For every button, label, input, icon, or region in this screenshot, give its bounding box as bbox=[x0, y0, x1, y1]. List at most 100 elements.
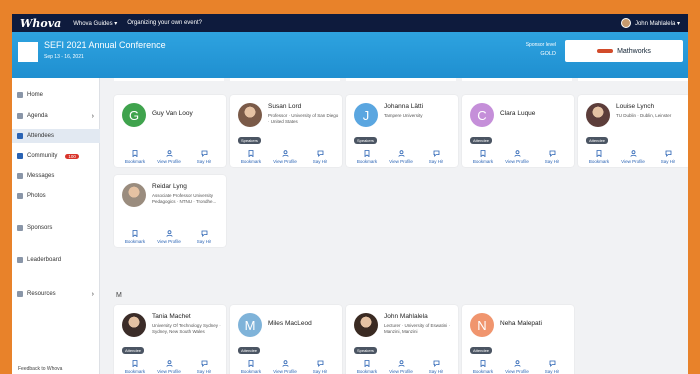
avatar[interactable]: N bbox=[470, 313, 494, 337]
view-profile-button[interactable]: View Profile bbox=[502, 150, 532, 164]
say-hi-button[interactable]: Say Hi! bbox=[421, 360, 451, 374]
sidebar-item-photos[interactable]: Photos bbox=[12, 189, 100, 203]
view-profile-button[interactable]: View Profile bbox=[154, 230, 184, 244]
say-hi-button[interactable]: Say Hi! bbox=[189, 360, 219, 374]
attendee-card[interactable]: Reidar Lyng Associate Professor Universit… bbox=[114, 175, 226, 247]
attendee-name[interactable]: Susan Lord bbox=[268, 103, 301, 110]
say-hi-button[interactable]: Say Hi! bbox=[305, 360, 335, 374]
view-profile-button[interactable]: View Profile bbox=[618, 150, 648, 164]
avatar[interactable]: J bbox=[354, 103, 378, 127]
avatar[interactable]: M bbox=[238, 313, 262, 337]
bookmark-button[interactable]: Bookmark bbox=[120, 230, 150, 244]
sidebar-item-community[interactable]: Community 100 bbox=[12, 149, 100, 163]
bookmark-button[interactable]: Bookmark bbox=[584, 150, 614, 164]
avatar[interactable] bbox=[122, 183, 146, 207]
bookmark-button[interactable]: Bookmark bbox=[120, 150, 150, 164]
avatar[interactable] bbox=[354, 313, 378, 337]
sidebar-item-attendees[interactable]: Attendees bbox=[12, 129, 100, 143]
attendee-card[interactable]: Louise Lynch TU Dublin · Dublin, Leinster… bbox=[578, 95, 688, 167]
chat-icon bbox=[317, 360, 323, 367]
attendee-card[interactable]: Tania Machet University Of Technology Syd… bbox=[114, 305, 226, 374]
bookmark-button[interactable]: Bookmark bbox=[236, 150, 266, 164]
attendee-card[interactable]: John Mahlalela Lecturer · University of E… bbox=[346, 305, 458, 374]
organize-event-link[interactable]: Organizing your own event? bbox=[127, 20, 202, 26]
sidebar-item-resources[interactable]: Resources › bbox=[12, 287, 100, 301]
bookmark-button[interactable]: Bookmark bbox=[120, 360, 150, 374]
attendee-card[interactable]: C Clara Luque Attendee Bookmark View Profile… bbox=[462, 95, 574, 167]
sidebar-item-agenda[interactable]: Agenda › bbox=[12, 109, 100, 123]
attendee-name[interactable]: Tania Machet bbox=[152, 313, 191, 320]
bookmark-button[interactable]: Bookmark bbox=[352, 360, 382, 374]
attendee-affiliation: Tampere University bbox=[384, 113, 423, 118]
attendee-card[interactable]: N Neha Malepati Attendee Bookmark View Profi… bbox=[462, 305, 574, 374]
attendee-card[interactable]: Susan Lord Professor · University of San … bbox=[230, 95, 342, 167]
view-profile-button[interactable]: View Profile bbox=[270, 150, 300, 164]
avatar[interactable] bbox=[122, 313, 146, 337]
person-icon bbox=[165, 230, 173, 237]
bookmark-button[interactable]: Bookmark bbox=[236, 360, 266, 374]
attendee-name[interactable]: Miles MacLeod bbox=[268, 320, 312, 327]
say-hi-button[interactable]: Say Hi! bbox=[537, 150, 567, 164]
whova-guides-menu[interactable]: Whova Guides ▾ bbox=[73, 20, 117, 27]
bookmark-label: Bookmark bbox=[124, 369, 146, 374]
view-profile-button[interactable]: View Profile bbox=[502, 360, 532, 374]
sidebar-item-leaderboard[interactable]: Leaderboard bbox=[12, 253, 100, 267]
attendee-name[interactable]: Clara Luque bbox=[500, 110, 535, 117]
bookmark-button[interactable]: Bookmark bbox=[468, 150, 498, 164]
feedback-link[interactable]: Feedback to Whova bbox=[18, 366, 62, 372]
say-hi-button[interactable]: Say Hi! bbox=[653, 150, 683, 164]
attendee-name[interactable]: Louise Lynch bbox=[616, 103, 654, 110]
say-hi-button[interactable]: Say Hi! bbox=[305, 150, 335, 164]
event-title: SEFI 2021 Annual Conference bbox=[44, 40, 166, 50]
folder-icon bbox=[17, 291, 23, 297]
attendee-name[interactable]: John Mahlalela bbox=[384, 313, 428, 320]
avatar[interactable] bbox=[586, 103, 610, 127]
chat-icon bbox=[549, 150, 555, 157]
say-hi-label: Say Hi! bbox=[544, 369, 560, 374]
bookmark-button[interactable]: Bookmark bbox=[468, 360, 498, 374]
view-profile-button[interactable]: View Profile bbox=[386, 150, 416, 164]
view-profile-button[interactable]: View Profile bbox=[386, 360, 416, 374]
avatar[interactable] bbox=[238, 103, 262, 127]
app-frame: Whova Whova Guides ▾ Organizing your own… bbox=[12, 14, 688, 374]
sidebar-item-label: Agenda bbox=[27, 113, 48, 119]
sidebar-item-home[interactable]: Home bbox=[12, 88, 100, 102]
attendee-list: G Guy Van Looy Bookmark View Profile Say Hi!… bbox=[100, 78, 688, 374]
bookmark-label: Bookmark bbox=[472, 159, 494, 164]
view-profile-button[interactable]: View Profile bbox=[154, 360, 184, 374]
view-profile-button[interactable]: View Profile bbox=[270, 360, 300, 374]
say-hi-button[interactable]: Say Hi! bbox=[189, 150, 219, 164]
person-icon bbox=[165, 360, 173, 367]
say-hi-button[interactable]: Say Hi! bbox=[421, 150, 451, 164]
whova-logo[interactable]: Whova bbox=[20, 17, 61, 30]
bookmark-label: Bookmark bbox=[240, 369, 262, 374]
avatar[interactable]: G bbox=[122, 103, 146, 127]
role-tag: Attendee bbox=[470, 347, 493, 354]
avatar[interactable]: C bbox=[470, 103, 494, 127]
chat-bubbles-icon bbox=[17, 153, 23, 159]
attendee-affiliation: Lecturer · University of Eswatini · Manz… bbox=[384, 323, 451, 334]
top-navigation: Whova Whova Guides ▾ Organizing your own… bbox=[12, 14, 688, 32]
say-hi-label: Say Hi! bbox=[196, 369, 212, 374]
bookmark-button[interactable]: Bookmark bbox=[352, 150, 382, 164]
attendee-name[interactable]: Reidar Lyng bbox=[152, 183, 187, 190]
attendee-name[interactable]: Neha Malepati bbox=[500, 320, 542, 327]
previous-card-edge bbox=[230, 78, 340, 81]
bookmark-icon bbox=[364, 150, 370, 157]
say-hi-button[interactable]: Say Hi! bbox=[537, 360, 567, 374]
sidebar-item-messages[interactable]: Messages bbox=[12, 169, 100, 183]
user-menu[interactable]: John Mahlalela ▾ bbox=[620, 18, 680, 28]
event-date: Sep 13 - 16, 2021 bbox=[44, 54, 84, 60]
view-profile-button[interactable]: View Profile bbox=[154, 150, 184, 164]
attendee-name[interactable]: Guy Van Looy bbox=[152, 110, 193, 117]
say-hi-button[interactable]: Say Hi! bbox=[189, 230, 219, 244]
sidebar-item-sponsors[interactable]: Sponsors bbox=[12, 221, 100, 235]
attendee-card[interactable]: M Miles MacLeod Attendee Bookmark View Profi… bbox=[230, 305, 342, 374]
attendee-name[interactable]: Johanna Lätti bbox=[384, 103, 423, 110]
attendee-card[interactable]: J Johanna Lätti Tampere University Speakers… bbox=[346, 95, 458, 167]
sponsor-banner[interactable]: Mathworks bbox=[565, 40, 683, 62]
view-profile-label: View Profile bbox=[157, 159, 181, 164]
attendee-card[interactable]: G Guy Van Looy Bookmark View Profile Say Hi! bbox=[114, 95, 226, 167]
avatar-letter: C bbox=[477, 107, 487, 123]
say-hi-label: Say Hi! bbox=[544, 159, 560, 164]
